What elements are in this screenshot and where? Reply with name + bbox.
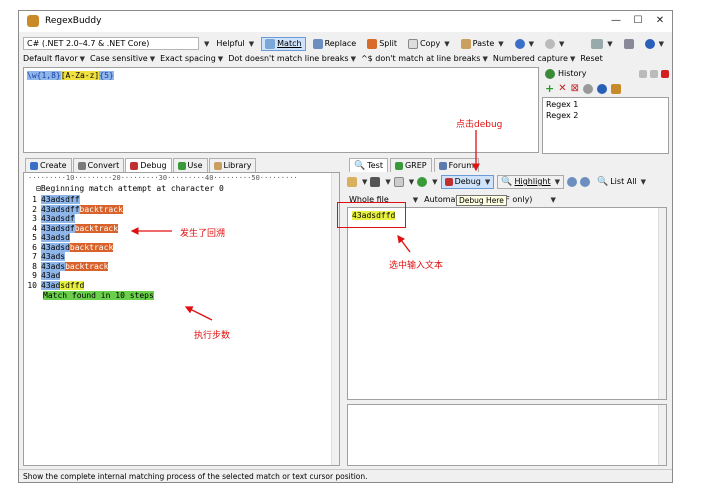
arrow-select — [397, 234, 411, 253]
annotation-arrows — [130, 130, 480, 321]
arrow-steps — [184, 306, 213, 321]
debug-here-tooltip: Debug Here — [456, 195, 507, 206]
